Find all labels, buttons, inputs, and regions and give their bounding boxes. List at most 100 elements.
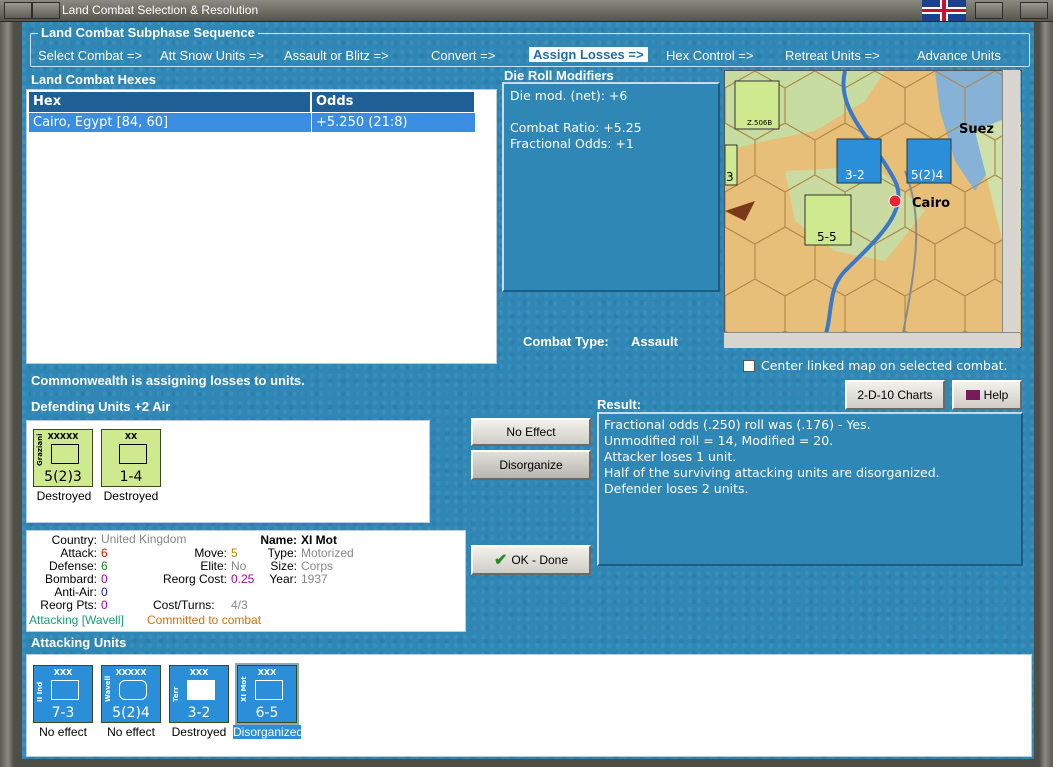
unit-name: II Ind	[36, 681, 44, 702]
seq-advance-units[interactable]: Advance Units	[917, 48, 1001, 63]
unit-strength: 5(2)4	[112, 705, 150, 721]
hex-cell[interactable]: Cairo, Egypt [84, 60]	[29, 113, 311, 132]
reorg-pts-value: 0	[101, 598, 108, 612]
map-city-label: Cairo	[912, 196, 950, 211]
map-counter-label: 3-2	[845, 168, 865, 182]
result-line: Fractional odds (.250) roll was (.176) -…	[604, 417, 871, 432]
attacking-unit-2-result: No effect	[107, 725, 155, 739]
center-map-checkbox[interactable]	[743, 360, 755, 372]
result-line: Unmodified roll = 14, Modified = 20.	[604, 433, 834, 448]
sequence-title: Land Combat Subphase Sequence	[38, 25, 258, 40]
type-value: Motorized	[301, 546, 354, 560]
window: Land Combat Selection & Resolution Land …	[0, 0, 1053, 767]
seq-hex-control[interactable]: Hex Control =>	[666, 48, 753, 63]
modifiers-panel: Die mod. (net): +6 Combat Ratio: +5.25 F…	[502, 82, 720, 292]
center-map-label: Center linked map on selected combat.	[761, 358, 1008, 373]
unit-info-panel: Country: United Kingdom Attack: 6 Defens…	[26, 530, 466, 632]
defending-unit-1[interactable]: XXXXX Graziani 5(2)3	[33, 429, 93, 487]
combat-type-value: Assault	[631, 334, 678, 349]
unit-strength: 5(2)3	[44, 469, 82, 485]
hexes-title: Land Combat Hexes	[31, 72, 156, 87]
hexes-table[interactable]: Hex Odds Cairo, Egypt [84, 60] +5.250 (2…	[26, 89, 497, 364]
hex-column-header[interactable]: Hex	[29, 92, 311, 112]
seq-retreat-units[interactable]: Retreat Units =>	[785, 48, 880, 63]
reorg-pts-label: Reorg Pts:	[40, 598, 97, 612]
minimize-button[interactable]	[32, 2, 60, 19]
modifier-line: Die mod. (net): +6	[510, 88, 628, 103]
modifiers-title: Die Roll Modifiers	[504, 68, 614, 83]
system-menu-button[interactable]	[4, 2, 32, 19]
ok-label: OK - Done	[511, 553, 569, 567]
attacking-unit-1[interactable]: XXX II Ind 7-3	[33, 665, 93, 723]
infantry-symbol-icon	[119, 444, 147, 464]
maximize-button[interactable]	[975, 2, 1003, 19]
armor-symbol-icon	[119, 680, 147, 700]
size-value: Corps	[301, 559, 334, 573]
reorg-cost-label: Reorg Cost:	[162, 572, 227, 586]
motorized-symbol-icon	[255, 680, 283, 700]
cost-turns-value: 4/3	[231, 598, 248, 612]
unit-strength: 1-4	[119, 469, 143, 485]
modifier-line: Combat Ratio: +5.25	[510, 120, 642, 135]
attack-value: 6	[101, 546, 108, 560]
defending-title: Defending Units +2 Air	[31, 399, 171, 414]
size-label: Size:	[270, 559, 297, 573]
cost-turns-label: Cost/Turns:	[153, 598, 215, 612]
attacking-unit-4-result: Disorganized	[233, 725, 304, 739]
unit-strength: 7-3	[51, 705, 75, 721]
seq-convert[interactable]: Convert =>	[431, 48, 495, 63]
ok-done-button[interactable]: ✔ OK - Done	[471, 545, 591, 575]
result-line: Half of the surviving attacking units ar…	[604, 465, 940, 480]
seq-assault-or-blitz[interactable]: Assault or Blitz =>	[284, 48, 389, 63]
antiair-value: 0	[101, 585, 108, 599]
year-label: Year:	[269, 572, 297, 586]
attacking-unit-2[interactable]: XXXXX Wavell 5(2)4	[101, 665, 161, 723]
defending-unit-2[interactable]: XX 1-4	[101, 429, 161, 487]
attacking-status: Attacking [Wavell]	[29, 613, 124, 627]
disorganize-button[interactable]: Disorganize	[471, 450, 591, 480]
close-button[interactable]	[1020, 2, 1048, 19]
country-label: Country:	[51, 533, 97, 547]
attacking-unit-3[interactable]: XXX Terr 3-2	[169, 665, 229, 723]
odds-cell[interactable]: +5.250 (21:8)	[312, 113, 475, 132]
no-effect-button[interactable]: No Effect	[471, 418, 591, 446]
map-vertical-scrollbar[interactable]	[1002, 70, 1020, 334]
infantry-symbol-icon	[51, 680, 79, 700]
modifier-line: Fractional Odds: +1	[510, 136, 634, 151]
map-counter-label: Z.506B	[747, 119, 772, 127]
result-line: Attacker loses 1 unit.	[604, 449, 737, 464]
attacking-unit-3-result: Destroyed	[171, 725, 227, 739]
window-title: Land Combat Selection & Resolution	[62, 3, 259, 17]
antiair-label: Anti-Air:	[54, 585, 97, 599]
title-bar: Land Combat Selection & Resolution	[0, 0, 1053, 22]
map-counter-label: 5(2)4	[911, 168, 943, 182]
unit-name: Terr	[172, 686, 180, 703]
unit-size: XX	[124, 432, 138, 441]
territorial-symbol-icon	[187, 680, 215, 700]
type-label: Type:	[267, 546, 297, 560]
main-panel: Land Combat Subphase Sequence Select Com…	[22, 22, 1034, 759]
seq-select-combat[interactable]: Select Combat =>	[38, 48, 142, 63]
seq-assign-losses[interactable]: Assign Losses =>	[529, 47, 648, 62]
attack-label: Attack:	[60, 546, 97, 560]
elite-label: Elite:	[200, 559, 227, 573]
odds-column-header[interactable]: Odds	[312, 92, 475, 112]
checkmark-icon: ✔	[493, 552, 508, 569]
linked-map[interactable]: 3-2 5(2)4 5-5 3 Z.506B Cairo Suez	[724, 70, 1022, 348]
country-value: United Kingdom	[101, 532, 187, 546]
map-horizontal-scrollbar[interactable]	[724, 332, 1020, 348]
help-label: Help	[983, 388, 1009, 402]
bombard-label: Bombard:	[44, 572, 97, 586]
unit-name: Wavell	[104, 675, 112, 702]
charts-button[interactable]: 2-D-10 Charts	[845, 380, 945, 410]
unit-name: XI Mot	[240, 676, 248, 702]
defense-label: Defense:	[48, 559, 97, 573]
help-button[interactable]: Help	[952, 380, 1022, 410]
unit-size: XXX	[53, 668, 73, 677]
seq-att-snow-units[interactable]: Att Snow Units =>	[160, 48, 264, 63]
defense-value: 6	[101, 559, 108, 573]
attacking-unit-4[interactable]: XXX XI Mot 6-5	[235, 663, 299, 725]
unit-size: XXX	[189, 668, 209, 677]
year-value: 1937	[301, 572, 328, 586]
map-place-label: Suez	[959, 122, 994, 137]
